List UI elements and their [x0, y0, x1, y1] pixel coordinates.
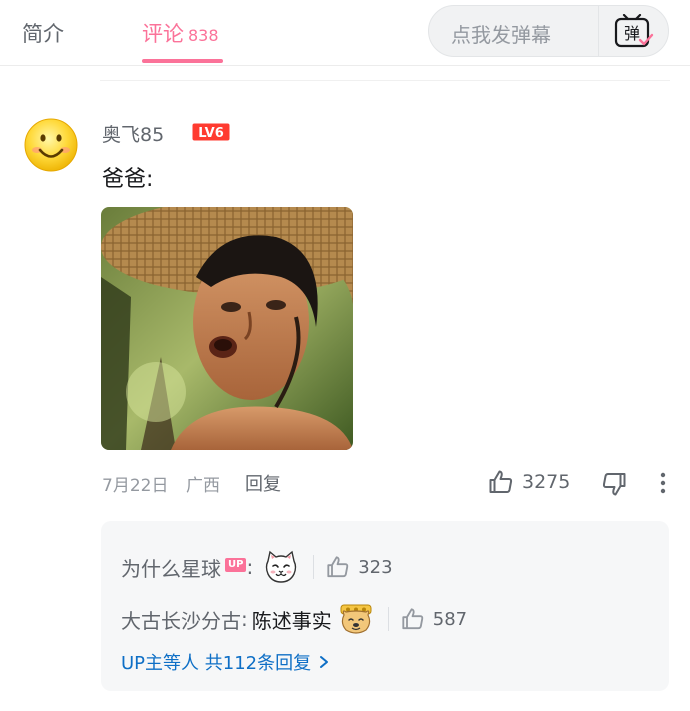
danmaku-button-glyph: 弹 [624, 24, 640, 43]
reply-row[interactable]: 为什么星球 UP : 323 [121, 547, 393, 587]
doge-emote-icon [340, 604, 372, 634]
thumbs-up-icon[interactable] [488, 469, 514, 495]
danmaku-divider [598, 6, 599, 56]
level-badge-text: LV6 [198, 126, 224, 141]
comment-location: 广西 [186, 476, 220, 496]
thumbs-up-icon[interactable] [326, 555, 350, 579]
active-tab-indicator [142, 59, 223, 63]
reply-username[interactable]: 大古长沙分古 [121, 605, 241, 634]
up-badge: UP [225, 558, 247, 572]
reply-divider [387, 607, 389, 631]
more-options-icon[interactable] [657, 470, 669, 496]
divider [100, 80, 670, 81]
reply-button[interactable]: 回复 [245, 470, 281, 496]
reply-like-count: 587 [432, 608, 468, 630]
comment-date: 7月22日 [102, 476, 169, 496]
tab-intro[interactable]: 简介 [22, 18, 64, 48]
reply-colon: : [246, 555, 254, 579]
reply-like-count: 323 [358, 556, 393, 578]
reply-divider [313, 555, 315, 579]
comment-username[interactable]: 奥飞85 [102, 120, 164, 147]
reply-colon: : [241, 607, 248, 631]
danmaku-placeholder: 点我发弹幕 [451, 23, 551, 47]
avatar-smiley-icon[interactable] [23, 117, 79, 173]
tab-bar: 简介 评论 838 点我发弹幕 弹 [0, 0, 690, 66]
reply-row[interactable]: 大古长沙分古 : 陈述事实 587 [121, 599, 467, 639]
reply-username[interactable]: 为什么星球 [121, 553, 221, 582]
view-all-replies-link[interactable]: UP主等人 共112条回复 [121, 649, 331, 675]
danmaku-input[interactable]: 点我发弹幕 弹 [428, 5, 669, 57]
danmaku-toggle-icon[interactable]: 弹 [609, 14, 657, 50]
chevron-right-icon [320, 656, 329, 668]
like-count: 3275 [522, 471, 571, 493]
tab-comments[interactable]: 评论 838 [142, 18, 219, 48]
reply-text: 陈述事实 [251, 608, 332, 633]
cat-face-emote-icon [266, 550, 297, 583]
thumbs-down-icon[interactable] [601, 471, 627, 497]
level-badge-icon: LV6 [192, 123, 230, 141]
replies-panel: 为什么星球 UP : 323 大古长沙分古 : 陈述事实 587 UP主等人 共… [101, 521, 669, 691]
thumbs-up-icon[interactable] [401, 607, 425, 631]
tab-comments-count: 838 [188, 26, 219, 45]
comment-text: 爸爸: [102, 167, 154, 192]
tab-comments-label: 评论 [142, 22, 184, 46]
view-all-replies-label: UP主等人 共112条回复 [121, 653, 312, 674]
meme-image[interactable] [101, 207, 353, 450]
